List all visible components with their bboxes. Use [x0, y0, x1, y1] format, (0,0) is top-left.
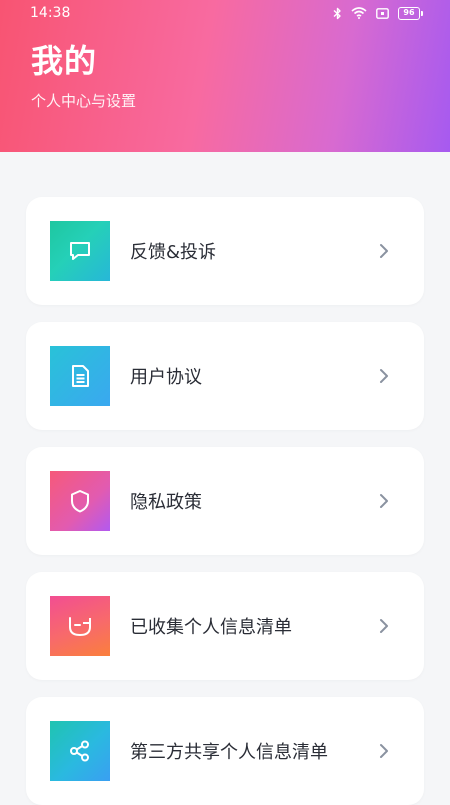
status-icons: 96	[333, 6, 423, 20]
chevron-right-icon	[375, 492, 393, 510]
menu-item-user-agreement[interactable]: 用户协议	[26, 322, 424, 430]
battery-level: 96	[403, 8, 415, 17]
document-icon	[50, 346, 110, 406]
menu-item-label: 已收集个人信息清单	[130, 617, 292, 638]
wifi-icon	[351, 7, 367, 19]
menu-item-third-party-sharing[interactable]: 第三方共享个人信息清单	[26, 697, 424, 805]
share-icon	[50, 721, 110, 781]
status-time: 14:38	[30, 5, 71, 21]
menu-item-collected-info[interactable]: 已收集个人信息清单	[26, 572, 424, 680]
chat-bubble-icon	[50, 221, 110, 281]
menu-item-label: 用户协议	[130, 367, 202, 388]
status-bar: 14:38 96	[0, 0, 450, 26]
bluetooth-icon	[333, 7, 342, 20]
collection-bowl-icon	[50, 596, 110, 656]
sim-icon	[376, 7, 389, 19]
menu-item-label: 隐私政策	[130, 492, 202, 513]
battery-icon: 96	[398, 6, 423, 20]
page-subtitle: 个人中心与设置	[31, 92, 137, 110]
chevron-right-icon	[375, 617, 393, 635]
menu-list: 反馈&投诉 用户协议 隐私政策 已收集个人信息清单 第三方共享个人信息清单	[26, 197, 424, 805]
shield-icon	[50, 471, 110, 531]
menu-item-privacy-policy[interactable]: 隐私政策	[26, 447, 424, 555]
chevron-right-icon	[375, 242, 393, 260]
menu-item-label: 第三方共享个人信息清单	[130, 742, 328, 763]
header-banner: 14:38 96 我的 个人中心与设置	[0, 0, 450, 152]
menu-item-label: 反馈&投诉	[130, 242, 217, 263]
chevron-right-icon	[375, 367, 393, 385]
chevron-right-icon	[375, 742, 393, 760]
page-title: 我的	[31, 42, 98, 80]
menu-item-feedback[interactable]: 反馈&投诉	[26, 197, 424, 305]
